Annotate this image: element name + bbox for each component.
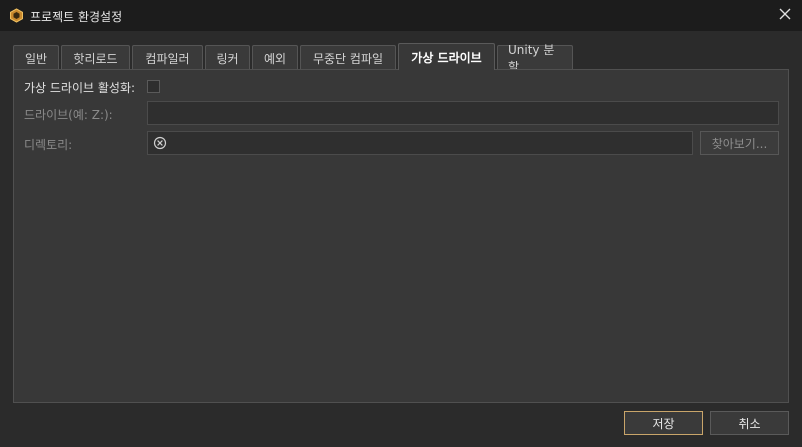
- tab-virtual-drive[interactable]: 가상 드라이브: [398, 43, 495, 70]
- window-title: 프로젝트 환경설정: [30, 10, 123, 24]
- tab-bar: 일반 핫리로드 컴파일러 링커 예외 무중단 컴파일 가상 드라이브 Unity…: [13, 43, 575, 74]
- close-button[interactable]: [768, 0, 802, 31]
- clear-circle-x-icon[interactable]: [153, 136, 167, 150]
- enable-virtual-drive-checkbox[interactable]: [147, 80, 160, 93]
- cancel-button[interactable]: 취소: [710, 411, 789, 435]
- tab-unity-split[interactable]: Unity 분할: [497, 43, 573, 74]
- tab-exceptions[interactable]: 예외: [252, 45, 298, 70]
- save-button[interactable]: 저장: [624, 411, 703, 435]
- title-bar: 프로젝트 환경설정: [0, 0, 802, 31]
- tab-hot-reload[interactable]: 핫리로드: [61, 45, 130, 70]
- tab-compiler[interactable]: 컴파일러: [132, 45, 203, 70]
- tab-linker[interactable]: 링커: [205, 45, 250, 70]
- close-icon: [779, 8, 791, 23]
- tab-general[interactable]: 일반: [13, 45, 59, 70]
- tab-continuous-compile[interactable]: 무중단 컴파일: [300, 45, 396, 70]
- directory-input[interactable]: [147, 131, 693, 155]
- hexagon-app-icon: [9, 8, 24, 23]
- enable-virtual-drive-label: 가상 드라이브 활성화:: [24, 81, 136, 95]
- drive-label: 드라이브(예: Z:):: [24, 108, 113, 122]
- directory-label: 디렉토리:: [24, 138, 73, 152]
- virtual-drive-panel: 가상 드라이브 활성화: 드라이브(예: Z:): 디렉토리: 찾아보기...: [13, 69, 789, 403]
- browse-button[interactable]: 찾아보기...: [700, 131, 779, 155]
- drive-input[interactable]: [147, 101, 779, 125]
